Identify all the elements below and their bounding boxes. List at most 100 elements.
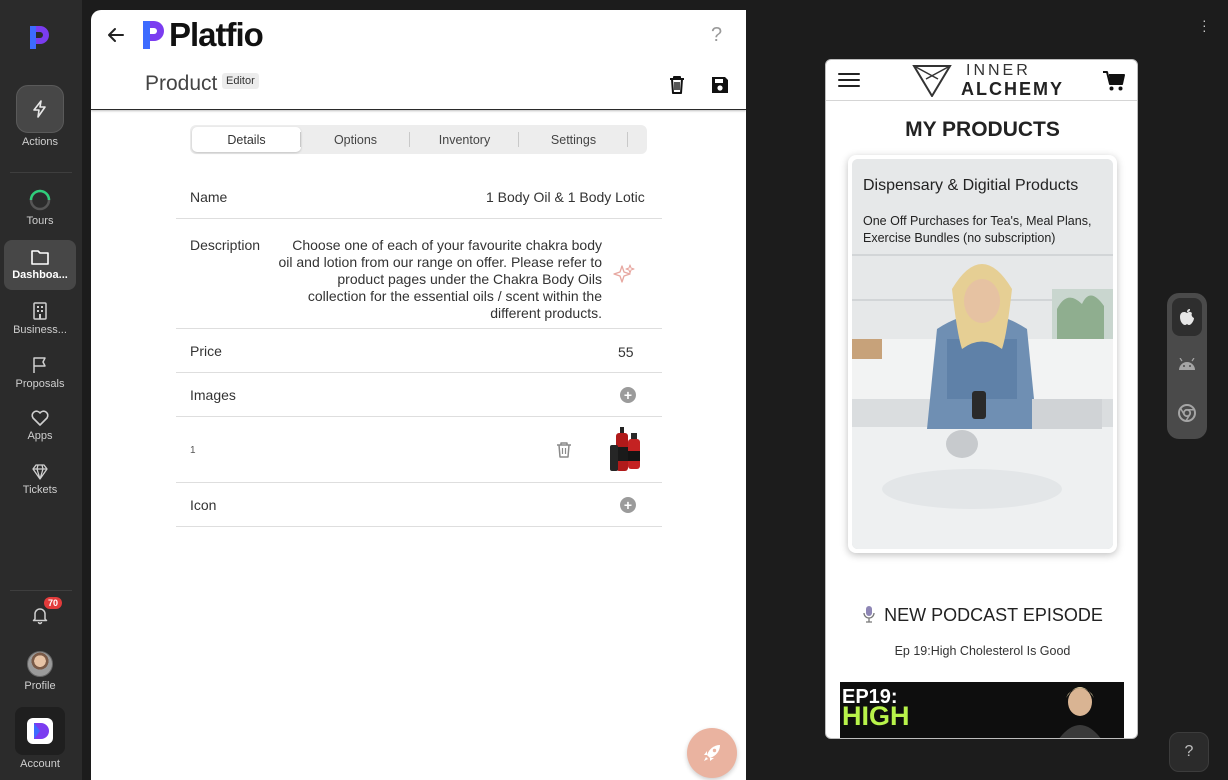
- mobile-preview: INNER ALCHEMY MY PRODUCTS Dispensary & D…: [825, 59, 1138, 739]
- sidebar-item-business[interactable]: Business...: [4, 301, 76, 336]
- podcast-episode-title: Ep 19:High Cholesterol Is Good: [894, 644, 1071, 658]
- sidebar-item-account[interactable]: Account: [4, 707, 76, 770]
- logo-line1: INNER: [966, 62, 1031, 79]
- editor-header: Platfio ? Product Editor: [91, 10, 746, 110]
- web-toggle[interactable]: [1172, 394, 1202, 432]
- tab-settings[interactable]: Settings: [519, 127, 628, 152]
- triangle-logo-icon: [912, 65, 952, 97]
- episode-banner[interactable]: EP19: HIGH: [840, 682, 1124, 738]
- podcast-host-photo: [1059, 687, 1101, 738]
- ai-sparkle-icon[interactable]: [613, 263, 635, 285]
- sidebar-divider: [10, 172, 72, 173]
- sidebar-item-proposals[interactable]: Proposals: [4, 355, 76, 390]
- tab-options[interactable]: Options: [301, 127, 410, 152]
- platform-switcher: [1167, 293, 1207, 439]
- heart-icon: [31, 410, 49, 426]
- banner-line2: HIGH: [842, 701, 910, 731]
- sidebar-item-label: Account: [20, 758, 60, 770]
- inner-alchemy-logo: INNER ALCHEMY: [912, 62, 1062, 99]
- rocket-icon: [704, 745, 720, 761]
- product-category-card[interactable]: Dispensary & Digitial Products One Off P…: [848, 155, 1117, 553]
- card-title: Dispensary & Digitial Products: [863, 177, 1079, 194]
- apple-icon: [1180, 309, 1194, 325]
- notifications-button[interactable]: 70: [4, 597, 76, 625]
- price-row: Price 55: [176, 329, 662, 373]
- building-icon: [33, 302, 47, 320]
- logo-line2: ALCHEMY: [961, 79, 1064, 99]
- name-label: Name: [190, 189, 228, 205]
- sidebar-item-dashboard[interactable]: Dashboa...: [4, 240, 76, 290]
- sidebar-divider: [10, 590, 72, 591]
- page-title: Product: [145, 72, 218, 95]
- images-label: Images: [190, 387, 236, 403]
- diamond-icon: [32, 464, 48, 480]
- microphone-icon: [863, 606, 875, 623]
- avatar: [27, 651, 53, 677]
- images-row: Images +: [176, 373, 662, 417]
- description-row: Description Choose one of each of your f…: [176, 219, 662, 329]
- sidebar-item-tours[interactable]: Tours: [4, 188, 76, 227]
- product-image-thumbnail[interactable]: [606, 425, 644, 475]
- podcast-heading-text: NEW PODCAST EPISODE: [884, 605, 1103, 625]
- category-image: Dispensary & Digitial Products One Off P…: [852, 159, 1113, 549]
- sidebar-item-label: Proposals: [15, 378, 65, 390]
- image-index: 1: [190, 445, 196, 456]
- chrome-icon: [1178, 404, 1196, 422]
- sidebar-item-label: Profile: [24, 680, 56, 692]
- editor-chip: Editor: [222, 73, 259, 89]
- card-subtitle: One Off Purchases for Tea's, Meal Plans,…: [863, 214, 1092, 245]
- products-heading: MY PRODUCTS: [905, 118, 1060, 141]
- help-bottom-button[interactable]: ?: [1169, 732, 1209, 772]
- notification-count-badge: 70: [44, 597, 63, 609]
- icon-row: Icon +: [176, 483, 662, 527]
- more-options-icon[interactable]: · · ·: [1202, 13, 1207, 37]
- image-list-item: 1: [176, 417, 662, 483]
- save-icon[interactable]: [710, 75, 730, 95]
- icon-label: Icon: [190, 497, 217, 513]
- sidebar-item-label: Tours: [26, 215, 54, 227]
- product-editor-panel: Platfio ? Product Editor Details Options…: [91, 10, 746, 780]
- sidebar-item-actions[interactable]: Actions: [4, 85, 76, 148]
- platfio-logo-icon: [143, 21, 164, 49]
- delete-product-icon[interactable]: [668, 75, 686, 95]
- description-label: Description: [190, 237, 261, 253]
- publish-button[interactable]: [687, 728, 737, 778]
- tab-details[interactable]: Details: [192, 127, 301, 152]
- sidebar-item-label: Apps: [27, 430, 53, 442]
- folder-icon: [31, 250, 49, 265]
- sidebar-item-label: Actions: [21, 136, 59, 148]
- podcast-heading: NEW PODCAST EPISODE: [826, 605, 1137, 626]
- price-label: Price: [190, 343, 222, 359]
- hamburger-menu-icon[interactable]: [838, 73, 860, 91]
- sidebar-item-apps[interactable]: Apps: [4, 409, 76, 442]
- cart-icon[interactable]: [1102, 70, 1126, 92]
- price-field[interactable]: 55: [618, 344, 634, 360]
- episode-banner-text: EP19: HIGH: [842, 687, 910, 731]
- add-icon-button[interactable]: +: [620, 497, 636, 513]
- platfio-app-icon: [27, 718, 53, 744]
- help-button[interactable]: ?: [711, 24, 722, 47]
- brand-name: Platfio: [169, 16, 264, 53]
- delete-image-icon[interactable]: [556, 441, 572, 459]
- back-arrow-icon[interactable]: [105, 24, 127, 46]
- platfio-logo-icon[interactable]: [28, 24, 52, 50]
- preview-header: INNER ALCHEMY: [826, 60, 1137, 101]
- ios-toggle[interactable]: [1172, 298, 1202, 336]
- sidebar-item-profile[interactable]: Profile: [4, 651, 76, 692]
- brand: Platfio: [141, 16, 264, 54]
- editor-tabs: Details Options Inventory Settings: [190, 125, 647, 154]
- add-image-button[interactable]: +: [620, 387, 636, 403]
- name-row: Name 1 Body Oil & 1 Body Lotic: [176, 178, 662, 219]
- sidebar-item-tickets[interactable]: Tickets: [4, 463, 76, 496]
- sidebar-item-label: Dashboa...: [12, 269, 68, 281]
- tab-inventory[interactable]: Inventory: [410, 127, 519, 152]
- description-field[interactable]: Choose one of each of your favourite cha…: [276, 237, 603, 322]
- lightning-icon: [33, 100, 46, 118]
- actions-tile[interactable]: [16, 85, 64, 133]
- name-field[interactable]: 1 Body Oil & 1 Body Lotic: [486, 189, 648, 205]
- account-tile[interactable]: [15, 707, 65, 755]
- sidebar-item-label: Tickets: [22, 484, 58, 496]
- progress-ring-icon: [29, 189, 51, 211]
- android-toggle[interactable]: [1172, 346, 1202, 384]
- sidebar-item-label: Business...: [13, 324, 67, 336]
